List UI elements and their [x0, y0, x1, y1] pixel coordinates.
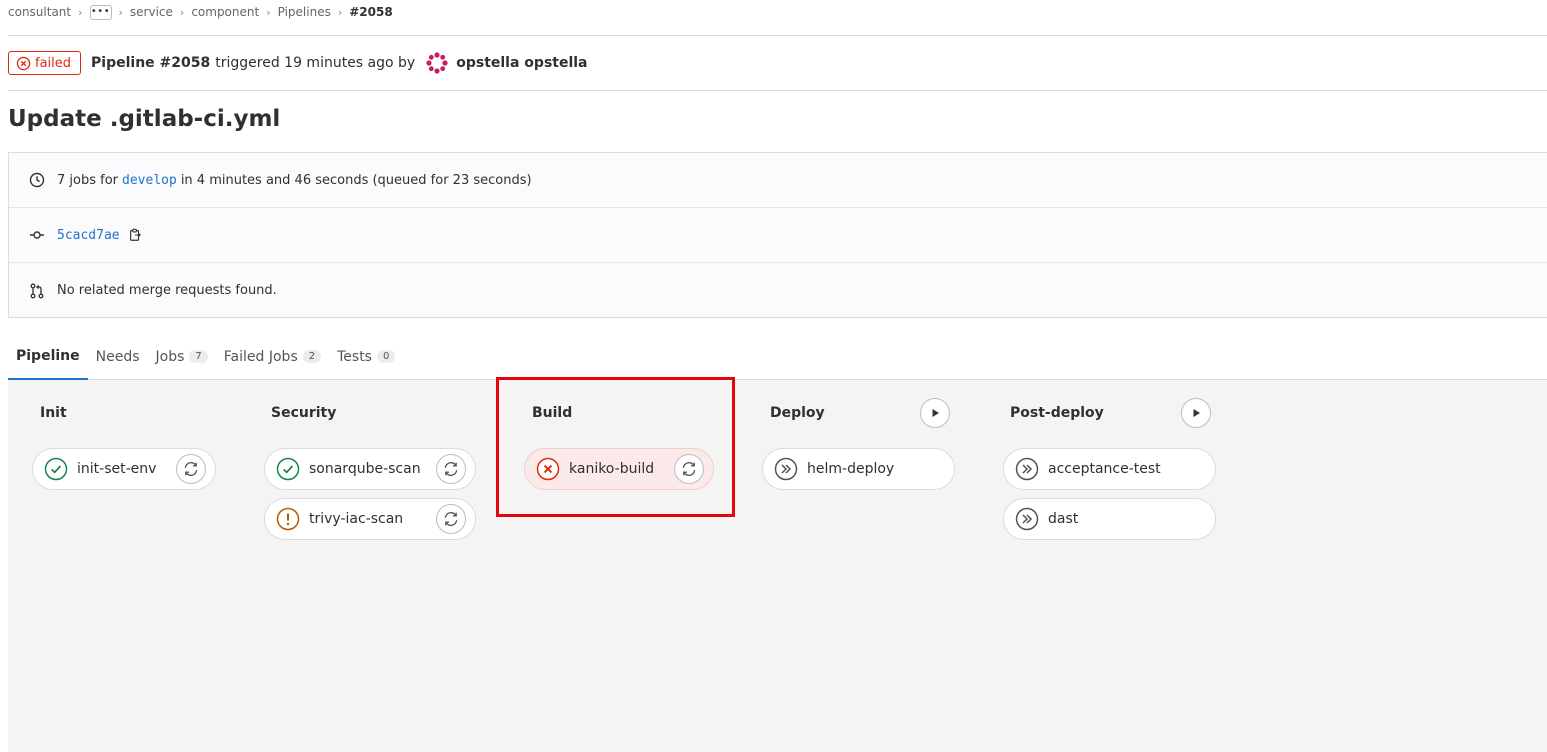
tab-label: Tests	[337, 348, 372, 365]
pipeline-tabs: Pipeline Needs Jobs 7 Failed Jobs 2 Test…	[8, 334, 1547, 380]
job-name: dast	[1048, 511, 1079, 527]
pipeline-graph: Init init-set-env Security sonarqube-sca…	[8, 377, 1547, 752]
job-name: acceptance-test	[1048, 461, 1161, 477]
tests-count-badge: 0	[376, 350, 396, 363]
retry-icon[interactable]	[674, 454, 704, 484]
tab-needs[interactable]: Needs	[88, 334, 148, 379]
branch-link[interactable]: develop	[122, 173, 177, 188]
skipped-status-icon	[1015, 507, 1039, 531]
job-kaniko-build[interactable]: kaniko-build	[524, 448, 714, 490]
stage-title-post-deploy: Post-deploy	[1010, 405, 1104, 421]
chevron-right-icon: ›	[118, 5, 123, 19]
job-name: helm-deploy	[807, 461, 895, 477]
deploy-play-button[interactable]	[920, 398, 950, 428]
post-deploy-play-button[interactable]	[1181, 398, 1211, 428]
commit-title: Update .gitlab-ci.yml	[8, 106, 281, 132]
tab-label: Jobs	[155, 348, 185, 365]
breadcrumb-consultant[interactable]: consultant	[8, 5, 71, 19]
jobs-summary-row: 7 jobs for develop in 4 minutes and 46 s…	[9, 153, 1547, 208]
success-status-icon	[276, 457, 300, 481]
job-init-set-env[interactable]: init-set-env	[32, 448, 216, 490]
merge-request-row: No related merge requests found.	[9, 263, 1547, 318]
job-acceptance-test[interactable]: acceptance-test	[1003, 448, 1216, 490]
job-helm-deploy[interactable]: helm-deploy	[762, 448, 955, 490]
job-name: kaniko-build	[569, 461, 655, 477]
breadcrumb-pipelines[interactable]: Pipelines	[278, 5, 331, 19]
author-link[interactable]: opstella opstella	[456, 55, 587, 71]
avatar-identicon-icon	[426, 52, 448, 74]
jobs-count-badge: 7	[189, 350, 208, 363]
skipped-status-icon	[774, 457, 798, 481]
failed-status-icon	[16, 56, 31, 70]
tab-label: Pipeline	[16, 348, 80, 364]
retry-icon[interactable]	[176, 454, 206, 484]
chevron-right-icon: ›	[266, 5, 271, 19]
job-name: trivy-iac-scan	[309, 511, 404, 527]
stage-title-security: Security	[271, 405, 337, 421]
divider	[8, 35, 1547, 36]
job-name: sonarqube-scan	[309, 461, 421, 477]
tab-tests[interactable]: Tests 0	[329, 334, 403, 379]
job-name: init-set-env	[77, 461, 157, 477]
commit-icon	[29, 227, 57, 243]
retry-icon[interactable]	[436, 454, 466, 484]
status-badge[interactable]: failed	[8, 51, 82, 75]
pipeline-info-panel: 7 jobs for develop in 4 minutes and 46 s…	[8, 152, 1547, 318]
stage-title-deploy: Deploy	[770, 405, 825, 421]
commit-row: 5cacd7ae	[9, 208, 1547, 263]
merge-requests-text: No related merge requests found.	[57, 283, 277, 298]
divider	[8, 90, 1547, 91]
breadcrumb-current[interactable]: #2058	[349, 5, 392, 19]
breadcrumb-service[interactable]: service	[130, 5, 173, 19]
commit-sha-link[interactable]: 5cacd7ae	[57, 228, 120, 243]
merge-request-icon	[29, 283, 57, 299]
failed-jobs-count-badge: 2	[302, 350, 322, 363]
job-sonarqube-scan[interactable]: sonarqube-scan	[264, 448, 476, 490]
tab-label: Failed Jobs	[223, 348, 298, 365]
stage-title-build: Build	[532, 405, 573, 421]
failed-status-icon	[536, 457, 560, 481]
breadcrumb: consultant › ••• › service › component ›…	[8, 0, 393, 24]
chevron-right-icon: ›	[337, 5, 343, 19]
breadcrumb-more-button[interactable]: •••	[89, 4, 112, 20]
skipped-status-icon	[1015, 457, 1039, 481]
triggered-text: triggered 19 minutes ago by	[215, 55, 416, 71]
job-dast[interactable]: dast	[1003, 498, 1216, 540]
highlight-box	[496, 377, 735, 517]
status-badge-label: failed	[35, 55, 72, 71]
tab-label: Needs	[95, 348, 140, 365]
tab-jobs[interactable]: Jobs 7	[148, 334, 216, 379]
warning-status-icon	[276, 507, 300, 531]
jobs-summary-prefix: 7 jobs for	[57, 172, 119, 188]
job-trivy-iac-scan[interactable]: trivy-iac-scan	[264, 498, 476, 540]
breadcrumb-component[interactable]: component	[191, 5, 259, 19]
pipeline-header: failed Pipeline #2058 triggered 19 minut…	[8, 50, 588, 76]
chevron-right-icon: ›	[179, 5, 185, 19]
tab-failed-jobs[interactable]: Failed Jobs 2	[216, 334, 329, 379]
retry-icon[interactable]	[436, 504, 466, 534]
success-status-icon	[44, 457, 68, 481]
clock-icon	[29, 172, 57, 188]
play-icon	[1193, 409, 1200, 417]
copy-icon[interactable]	[128, 228, 142, 242]
chevron-right-icon: ›	[78, 5, 83, 19]
jobs-summary-suffix: in 4 minutes and 46 seconds (queued for …	[180, 172, 532, 188]
pipeline-title: Pipeline #2058	[91, 55, 211, 71]
stage-title-init: Init	[40, 405, 67, 421]
avatar[interactable]	[425, 51, 449, 75]
tab-pipeline[interactable]: Pipeline	[8, 334, 88, 380]
play-icon	[932, 409, 939, 417]
